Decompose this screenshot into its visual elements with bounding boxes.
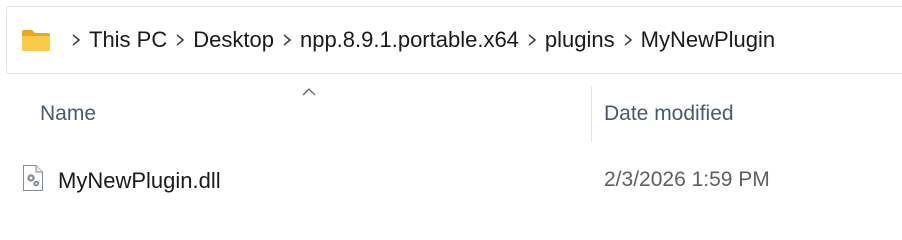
chevron-right-icon[interactable] [274,33,300,47]
chevron-right-icon[interactable] [615,33,641,47]
breadcrumb-npp-folder[interactable]: npp.8.9.1.portable.x64 [300,29,519,51]
file-name[interactable]: MyNewPlugin.dll [58,168,221,194]
breadcrumb-plugins[interactable]: plugins [545,29,615,51]
column-header-name[interactable]: Name [40,90,96,138]
dll-file-icon [22,164,44,192]
chevron-right-icon[interactable] [167,33,193,47]
folder-icon [21,28,51,52]
file-date-modified: 2/3/2026 1:59 PM [604,168,770,191]
breadcrumb-desktop[interactable]: Desktop [193,29,274,51]
sort-ascending-icon [302,84,316,96]
chevron-right-icon[interactable] [519,33,545,47]
column-divider[interactable] [591,86,592,142]
breadcrumb-mynewplugin[interactable]: MyNewPlugin [641,29,776,51]
column-header-date-modified[interactable]: Date modified [604,90,734,138]
file-row[interactable]: MyNewPlugin.dll 2/3/2026 1:59 PM [0,160,902,204]
breadcrumb-this-pc[interactable]: This PC [89,29,167,51]
chevron-right-icon[interactable] [63,33,89,47]
address-bar[interactable]: This PC Desktop npp.8.9.1.portable.x64 p… [6,6,902,74]
